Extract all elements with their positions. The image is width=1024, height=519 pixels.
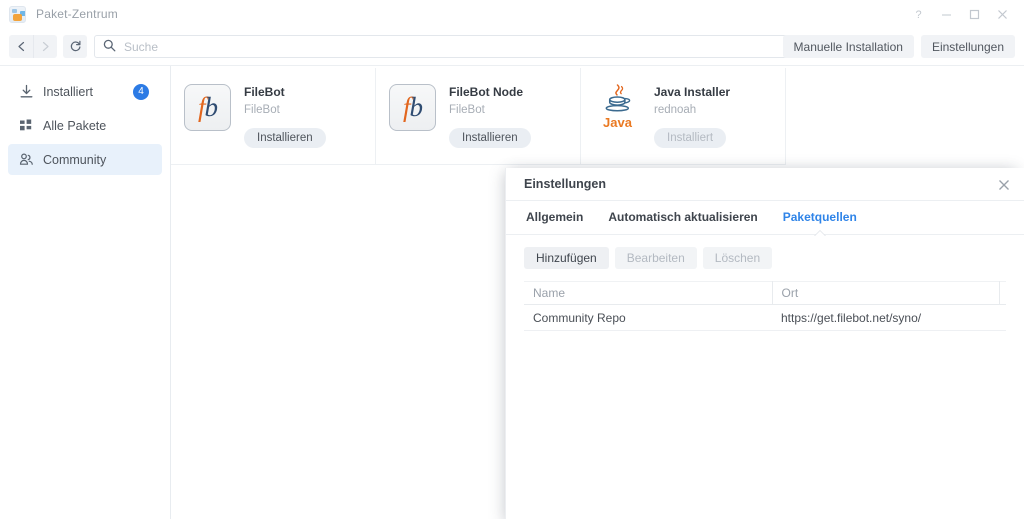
filebot-icon-letter-b: b [409,92,423,122]
package-card[interactable]: fb FileBot FileBot Installieren [171,68,376,165]
manual-install-button[interactable]: Manuelle Installation [782,35,914,58]
installed-button: Installiert [654,128,727,148]
sidebar-item-community[interactable]: Community [8,144,162,175]
sidebar-item-label: Community [43,152,107,167]
column-header-spacer [999,281,1006,305]
column-header-location[interactable]: Ort [772,281,1000,305]
dialog-tabs: Allgemein Automatisch aktualisieren Pake… [506,201,1024,235]
sidebar-item-label: Alle Pakete [43,118,107,133]
close-icon[interactable] [994,175,1013,194]
toolbar: Manuelle Installation Einstellungen [0,28,1024,66]
settings-button[interactable]: Einstellungen [920,35,1015,58]
sidebar-item-installed[interactable]: Installiert 4 [8,76,162,107]
package-name: Java Installer [654,85,731,99]
tab-package-sources[interactable]: Paketquellen [783,210,857,225]
package-card[interactable]: Java Java Installer rednoah Installiert [581,68,786,165]
package-name: FileBot Node [449,85,523,99]
svg-text:?: ? [915,9,921,20]
package-info: FileBot FileBot Installieren [244,84,326,164]
source-name-cell: Community Repo [524,304,772,331]
package-center-icon [9,5,26,23]
community-icon [18,152,34,168]
maximize-icon[interactable] [960,0,988,28]
package-developer: FileBot [244,104,280,116]
tab-allgemein[interactable]: Allgemein [526,210,583,225]
sidebar-item-label: Installiert [43,84,94,99]
help-icon[interactable]: ? [904,0,932,28]
back-button[interactable] [9,35,33,58]
grid-icon [18,118,34,134]
download-icon [18,84,34,100]
settings-dialog: Einstellungen Allgemein Automatisch aktu… [505,168,1024,519]
filebot-icon: fb [184,84,231,131]
delete-source-button: Löschen [702,247,773,269]
source-spacer-cell [999,304,1006,331]
close-icon[interactable] [988,0,1016,28]
table-row[interactable]: Community Repo https://get.filebot.net/s… [524,304,1006,331]
column-header-name[interactable]: Name [524,281,773,305]
dialog-body: Hinzufügen Bearbeiten Löschen Name Ort C… [506,235,1024,331]
sidebar-item-all-packages[interactable]: Alle Pakete [8,110,162,141]
package-sources-table: Name Ort Community Repo https://get.file… [524,281,1006,331]
install-button[interactable]: Installieren [449,128,531,148]
tab-auto-update[interactable]: Automatisch aktualisieren [608,210,757,225]
package-center-window: Paket-Zentrum ? Suche Manuelle Installat… [0,0,1024,519]
search-icon [103,39,116,55]
package-info: FileBot Node FileBot Installieren [449,84,531,164]
dialog-title: Einstellungen [524,177,606,191]
java-icon-label: Java [603,115,632,130]
source-actions: Hinzufügen Bearbeiten Löschen [524,247,1006,269]
minimize-icon[interactable] [932,0,960,28]
toolbar-actions: Manuelle Installation Einstellungen [782,35,1015,58]
filebot-icon: fb [389,84,436,131]
dialog-header: Einstellungen [506,168,1024,201]
package-developer: FileBot [449,104,485,116]
package-list: fb FileBot FileBot Installieren fb FileB… [171,66,1024,165]
filebot-icon-letter-b: b [204,92,218,122]
installed-count-badge: 4 [133,83,149,100]
edit-source-button: Bearbeiten [614,247,697,269]
package-developer: rednoah [654,104,697,116]
package-info: Java Installer rednoah Installiert [654,84,730,164]
window-controls: ? [904,0,1016,28]
search-input[interactable] [94,35,805,58]
navigation-buttons [9,35,87,58]
refresh-button[interactable] [63,35,87,58]
source-location-cell: https://get.filebot.net/syno/ [772,304,999,331]
table-header-row: Name Ort [524,281,1006,305]
package-card[interactable]: fb FileBot Node FileBot Installieren [376,68,581,165]
forward-button[interactable] [33,35,57,58]
sidebar: Installiert 4 Alle Pakete Community [0,66,171,519]
add-source-button[interactable]: Hinzufügen [524,247,609,269]
java-icon: Java [594,84,641,131]
search-field[interactable] [94,35,805,58]
window-title: Paket-Zentrum [36,7,118,21]
package-name: FileBot [244,85,285,99]
install-button[interactable]: Installieren [244,128,326,148]
title-bar: Paket-Zentrum ? [0,0,1024,28]
